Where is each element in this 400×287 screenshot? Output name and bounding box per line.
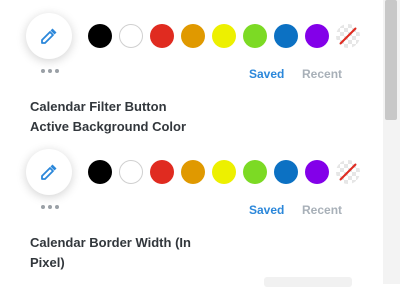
swatch-purple[interactable] xyxy=(305,24,329,48)
swatch-none[interactable] xyxy=(336,24,360,48)
swatch-none[interactable] xyxy=(336,160,360,184)
setting-label-line: Pixel) xyxy=(30,255,65,270)
swatch-orange[interactable] xyxy=(181,160,205,184)
setting-label-line: Calendar Filter Button xyxy=(30,99,167,114)
tab-saved[interactable]: Saved xyxy=(249,203,284,217)
tab-recent[interactable]: Recent xyxy=(302,67,342,81)
no-color-icon xyxy=(339,27,357,45)
swatch-red[interactable] xyxy=(150,160,174,184)
swatch-yellow[interactable] xyxy=(212,160,236,184)
swatch-blue[interactable] xyxy=(274,160,298,184)
border-width-input[interactable] xyxy=(264,277,352,287)
setting-label: Calendar Filter Button Active Background… xyxy=(30,97,290,137)
eyedropper-icon xyxy=(41,164,57,180)
color-picker-button[interactable] xyxy=(26,149,72,195)
setting-label-line: Active Background Color xyxy=(30,119,187,134)
swatch-green[interactable] xyxy=(243,160,267,184)
dot-icon xyxy=(48,205,52,209)
swatch-black[interactable] xyxy=(88,24,112,48)
setting-label-line: Calendar Border Width (In xyxy=(30,235,191,250)
no-color-icon xyxy=(339,163,357,181)
eyedropper-icon xyxy=(41,28,57,44)
dot-icon xyxy=(55,69,59,73)
color-picker-button[interactable] xyxy=(26,13,72,59)
swatch-yellow[interactable] xyxy=(212,24,236,48)
dot-icon xyxy=(41,69,45,73)
swatch-blue[interactable] xyxy=(274,24,298,48)
swatch-white[interactable] xyxy=(119,24,143,48)
swatch-white[interactable] xyxy=(119,160,143,184)
swatch-red[interactable] xyxy=(150,24,174,48)
dot-icon xyxy=(55,205,59,209)
more-options-button[interactable] xyxy=(40,66,60,76)
setting-label: Calendar Border Width (In Pixel) xyxy=(30,233,290,273)
swatch-purple[interactable] xyxy=(305,160,329,184)
dot-icon xyxy=(41,205,45,209)
scrollbar-thumb[interactable] xyxy=(385,0,397,120)
dot-icon xyxy=(48,69,52,73)
swatch-orange[interactable] xyxy=(181,24,205,48)
tab-recent[interactable]: Recent xyxy=(302,203,342,217)
more-options-button[interactable] xyxy=(40,202,60,212)
swatch-black[interactable] xyxy=(88,160,112,184)
swatch-green[interactable] xyxy=(243,24,267,48)
tab-saved[interactable]: Saved xyxy=(249,67,284,81)
